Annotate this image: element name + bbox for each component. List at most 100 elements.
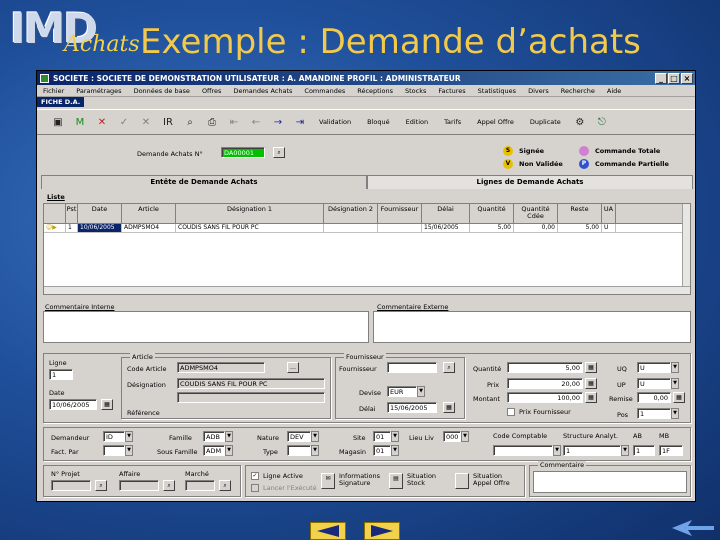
settings-icon[interactable]: ⚙ [569, 112, 591, 132]
ligne-field[interactable]: 1 [49, 369, 73, 380]
menu-offres[interactable]: Offres [196, 87, 228, 95]
lieu-liv-field[interactable]: 000 [443, 431, 461, 442]
col-article[interactable]: Article [122, 204, 176, 223]
demandeur-dropdown-icon[interactable]: ▼ [125, 431, 133, 442]
print-icon[interactable]: ⎙ [201, 112, 223, 132]
lancer-checkbox[interactable] [251, 484, 259, 492]
duplicate-button[interactable]: Duplicate [522, 112, 569, 132]
menu-factures[interactable]: Factures [432, 87, 471, 95]
next-record-icon[interactable]: → [267, 112, 289, 132]
col-pst[interactable]: Pst [66, 204, 78, 223]
menu-demandes-achats[interactable]: Demandes Achats [227, 87, 298, 95]
minimize-button[interactable]: _ [655, 72, 667, 84]
magasin-dropdown-icon[interactable]: ▼ [391, 445, 399, 456]
last-record-icon[interactable]: ⇥ [289, 112, 311, 132]
first-record-icon[interactable]: ⇤ [223, 112, 245, 132]
fact-par-dropdown-icon[interactable]: ▼ [125, 445, 133, 456]
affaire-lookup-button[interactable]: ⌕ [163, 480, 175, 491]
tarifs-button[interactable]: Tarifs [436, 112, 469, 132]
list-vertical-scrollbar[interactable] [682, 204, 690, 294]
uq-field[interactable]: U [637, 362, 671, 373]
col-designation-2[interactable]: Désignation 2 [324, 204, 378, 223]
menu-stocks[interactable]: Stocks [399, 87, 432, 95]
tab-lignes[interactable]: Lignes de Demande Achats [367, 175, 693, 189]
menu-receptions[interactable]: Réceptions [351, 87, 399, 95]
close-button[interactable]: × [681, 72, 693, 84]
col-delai[interactable]: Délai [422, 204, 470, 223]
no-projet-field[interactable] [51, 480, 91, 491]
marche-lookup-button[interactable]: ⌕ [219, 480, 231, 491]
famille-dropdown-icon[interactable]: ▼ [225, 431, 233, 442]
col-quantite-cdee[interactable]: Quantité Cdée [514, 204, 558, 223]
site-dropdown-icon[interactable]: ▼ [391, 431, 399, 442]
situation-appel-label[interactable]: Situation Appel Offre [473, 473, 519, 487]
info-signature-label[interactable]: Informations Signature [339, 473, 381, 487]
col-reste[interactable]: Reste [558, 204, 602, 223]
import-icon[interactable]: IR [157, 112, 179, 132]
code-comptable-dropdown-icon[interactable]: ▼ [553, 445, 561, 456]
da-lookup-button[interactable]: ⌕ [273, 147, 285, 158]
mb-field[interactable]: 1F [659, 445, 683, 456]
prix-field[interactable]: 20,00 [507, 378, 583, 389]
menu-commandes[interactable]: Commandes [298, 87, 351, 95]
code-comptable-field[interactable] [493, 445, 553, 456]
site-field[interactable]: 01 [373, 431, 391, 442]
devise-field[interactable]: EUR [387, 386, 417, 397]
menu-statistiques[interactable]: Statistiques [472, 87, 522, 95]
nature-field[interactable]: DEV [287, 431, 311, 442]
type-dropdown-icon[interactable]: ▼ [311, 445, 319, 456]
delai-field[interactable]: 15/06/2005 [387, 402, 437, 413]
nature-dropdown-icon[interactable]: ▼ [311, 431, 319, 442]
magasin-field[interactable]: 01 [373, 445, 391, 456]
search-icon[interactable]: ⌕ [179, 112, 201, 132]
prix-calc-button[interactable]: ▦ [585, 378, 597, 389]
col-designation-1[interactable]: Désignation 1 [176, 204, 324, 223]
situation-appel-icon[interactable] [455, 473, 469, 489]
menu-parametrages[interactable]: Paramétrages [70, 87, 127, 95]
commentaire-field[interactable] [533, 471, 687, 493]
pos-dropdown-icon[interactable]: ▼ [671, 408, 679, 419]
structure-analyt-dropdown-icon[interactable]: ▼ [621, 445, 629, 456]
da-number-field[interactable]: DA00001 [221, 147, 265, 158]
validation-button[interactable]: Validation [311, 112, 359, 132]
type-field[interactable] [287, 445, 311, 456]
code-article-field[interactable]: ADMPSMO4 [177, 362, 265, 373]
sous-famille-dropdown-icon[interactable]: ▼ [225, 445, 233, 456]
marche-field[interactable] [185, 480, 215, 491]
next-slide-button[interactable] [364, 522, 400, 540]
situation-stock-icon[interactable]: ▤ [389, 473, 403, 489]
code-article-lookup-button[interactable]: … [287, 362, 299, 373]
menu-donnees-de-base[interactable]: Données de base [128, 87, 196, 95]
maximize-button[interactable]: □ [668, 72, 680, 84]
montant-field[interactable]: 100,00 [507, 392, 583, 403]
col-quantite[interactable]: Quantité [470, 204, 514, 223]
fournisseur-field[interactable] [387, 362, 437, 373]
modify-icon[interactable]: M [69, 112, 91, 132]
prix-fournisseur-checkbox[interactable] [507, 408, 515, 416]
previous-record-icon[interactable]: ← [245, 112, 267, 132]
exit-icon[interactable]: ⎋ [591, 112, 613, 132]
tab-entete[interactable]: Entête de Demande Achats [41, 175, 367, 189]
validate-icon[interactable]: ✓ [113, 112, 135, 132]
uq-dropdown-icon[interactable]: ▼ [671, 362, 679, 373]
remise-calc-button[interactable]: ▦ [673, 392, 685, 403]
ligne-active-checkbox[interactable]: ✓ [251, 472, 259, 480]
menu-recherche[interactable]: Recherche [555, 87, 601, 95]
ab-field[interactable]: 1 [633, 445, 655, 456]
fournisseur-lookup-button[interactable]: ⌕ [443, 362, 455, 373]
delai-calendar-button[interactable]: ▦ [443, 402, 455, 413]
pos-field[interactable]: 1 [637, 408, 671, 419]
cancel-icon[interactable]: ✕ [135, 112, 157, 132]
designation-field[interactable]: COUDIS SANS FIL POUR PC [177, 378, 325, 389]
col-date[interactable]: Date [78, 204, 122, 223]
table-row[interactable]: ☺▶ 1 10/06/2005 ADMPSMO4 COUDIS SANS FIL… [44, 224, 690, 233]
date-calendar-button[interactable]: ▦ [101, 399, 113, 410]
lieu-liv-dropdown-icon[interactable]: ▼ [461, 431, 469, 442]
up-field[interactable]: U [637, 378, 671, 389]
affaire-field[interactable] [119, 480, 159, 491]
comment-internal-field[interactable] [43, 311, 369, 343]
designation-2-field[interactable] [177, 392, 325, 403]
bloque-button[interactable]: Bloqué [359, 112, 398, 132]
comment-external-field[interactable] [373, 311, 691, 343]
new-record-icon[interactable]: ▣ [47, 112, 69, 132]
